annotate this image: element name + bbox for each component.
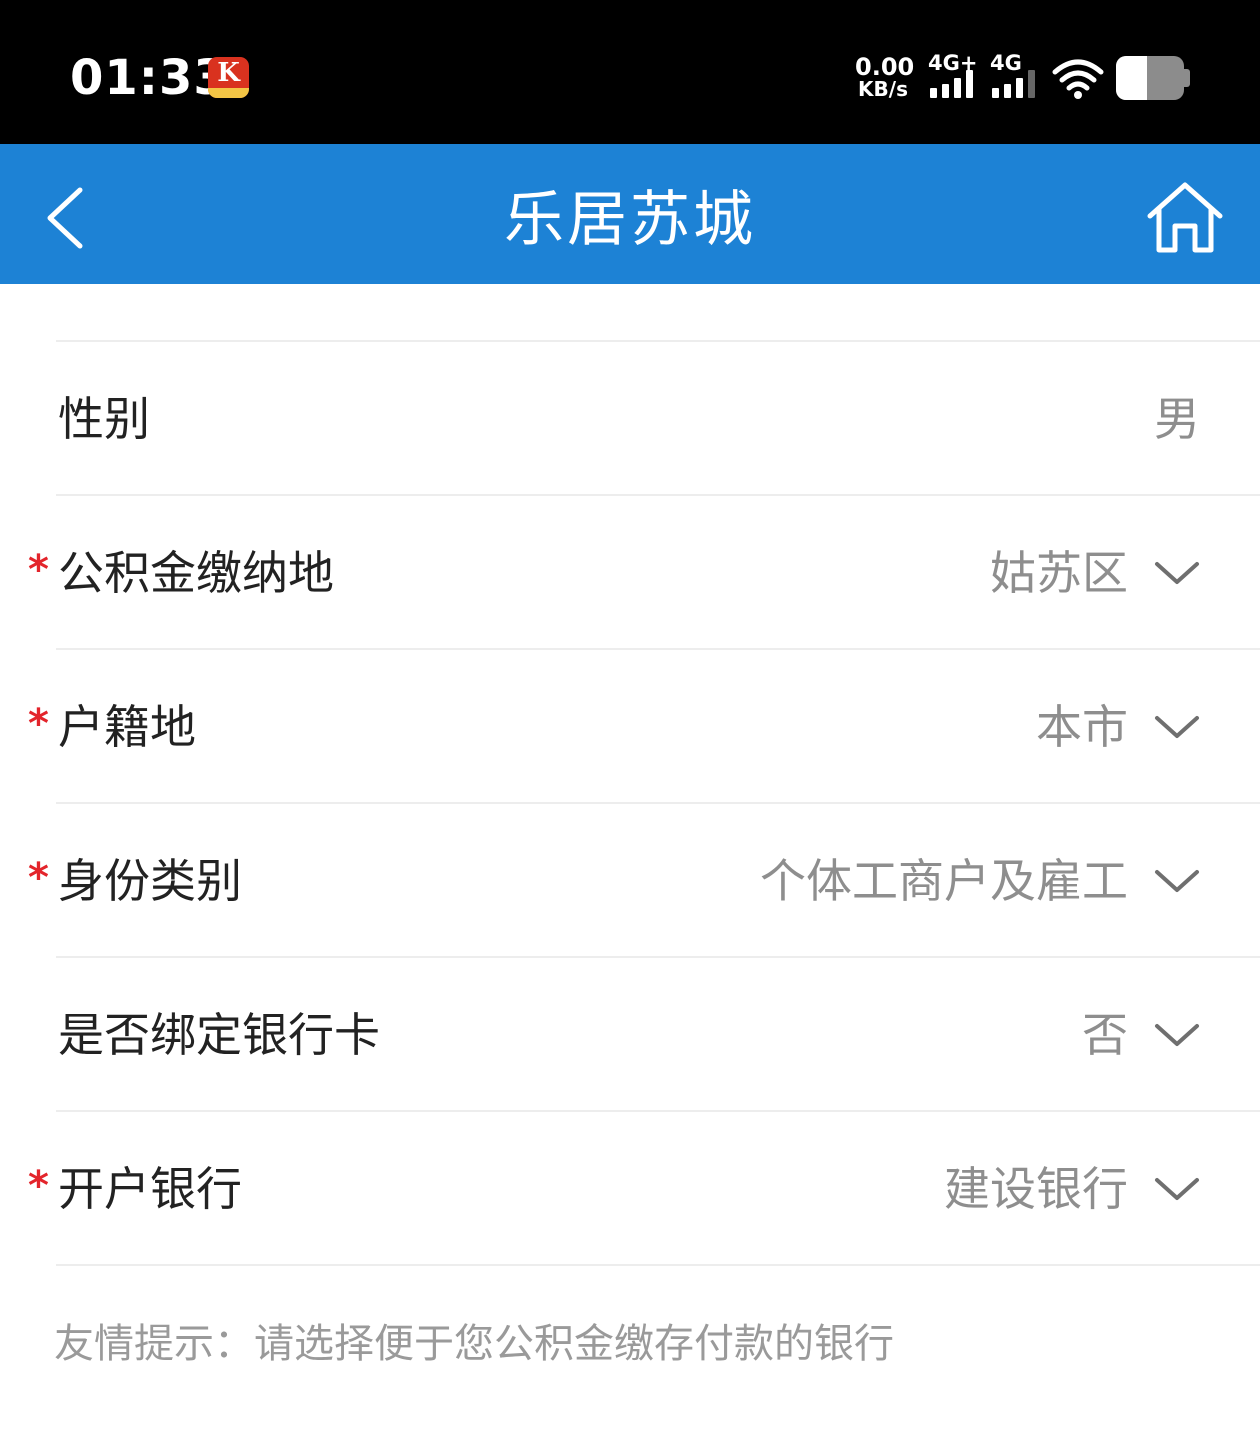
sim2-label: 4G: [990, 51, 1022, 75]
page-title: 乐居苏城: [504, 185, 756, 255]
chevron-down-icon[interactable]: [1152, 710, 1202, 744]
divider: [56, 1110, 1260, 1112]
chevron-down-icon[interactable]: [1152, 1172, 1202, 1206]
divider: [56, 956, 1260, 958]
network-speed: 0.00 KB/s: [855, 53, 915, 101]
form-row-value[interactable]: 本市: [1036, 698, 1128, 756]
chevron-down-icon[interactable]: [1152, 1018, 1202, 1052]
sim2-signal-icon: 4G: [990, 52, 1042, 102]
app-header: 乐居苏城: [0, 144, 1260, 284]
chevron-left-icon[interactable]: [40, 184, 100, 264]
sim1-signal-icon: 4G+: [928, 52, 980, 102]
required-mark: *: [28, 701, 49, 747]
form-row-value[interactable]: 否: [1082, 1006, 1128, 1064]
divider: [56, 494, 1260, 496]
form-row-bank[interactable]: * 开户银行 建设银行: [0, 1110, 1260, 1264]
required-mark: *: [28, 547, 49, 593]
required-mark: *: [28, 855, 49, 901]
form-row-value: 男: [1154, 392, 1200, 446]
chevron-down-icon[interactable]: [1152, 864, 1202, 898]
wifi-icon: [1052, 59, 1104, 99]
network-speed-value: 0.00: [855, 53, 915, 81]
chevron-down-icon[interactable]: [1152, 556, 1202, 590]
form-row-value[interactable]: 姑苏区: [990, 544, 1128, 602]
battery-tip: [1184, 69, 1190, 87]
form-row-label: 户籍地: [58, 700, 196, 754]
form-row-value[interactable]: 个体工商户及雇工: [760, 852, 1128, 910]
required-mark: *: [28, 1163, 49, 1209]
cutoff-row: [0, 284, 1260, 342]
form-row-label: 是否绑定银行卡: [58, 1008, 380, 1062]
form-row-household[interactable]: * 户籍地 本市: [0, 648, 1260, 802]
home-icon[interactable]: [1144, 180, 1226, 256]
friendly-tip: 友情提示：请选择便于您公积金缴存付款的银行: [54, 1321, 894, 1367]
form-row-label: 身份类别: [58, 854, 242, 908]
divider: [56, 340, 1260, 342]
form-row-fund-location[interactable]: * 公积金缴纳地 姑苏区: [0, 494, 1260, 648]
status-bar: 01:33 K 0.00 KB/s 4G+ 4G: [0, 0, 1260, 144]
form-list: 性别 男 * 公积金缴纳地 姑苏区 * 户籍地 本市 * 身份类别 个体工商户及…: [0, 284, 1260, 1447]
form-row-label: 开户银行: [58, 1162, 242, 1216]
form-row-value[interactable]: 建设银行: [944, 1160, 1128, 1218]
status-time: 01:33: [70, 50, 228, 106]
form-row-identity-type[interactable]: * 身份类别 个体工商户及雇工: [0, 802, 1260, 956]
form-row-label: 公积金缴纳地: [58, 546, 334, 600]
network-speed-unit: KB/s: [858, 77, 908, 101]
form-row-gender: 性别 男: [0, 340, 1260, 494]
divider: [56, 802, 1260, 804]
form-row-label: 性别: [58, 392, 150, 446]
form-row-bind-bank-card[interactable]: 是否绑定银行卡 否: [0, 956, 1260, 1110]
divider: [56, 1264, 1260, 1266]
app-notification-icon: K: [208, 57, 249, 98]
divider: [56, 648, 1260, 650]
battery-icon: [1116, 56, 1184, 100]
